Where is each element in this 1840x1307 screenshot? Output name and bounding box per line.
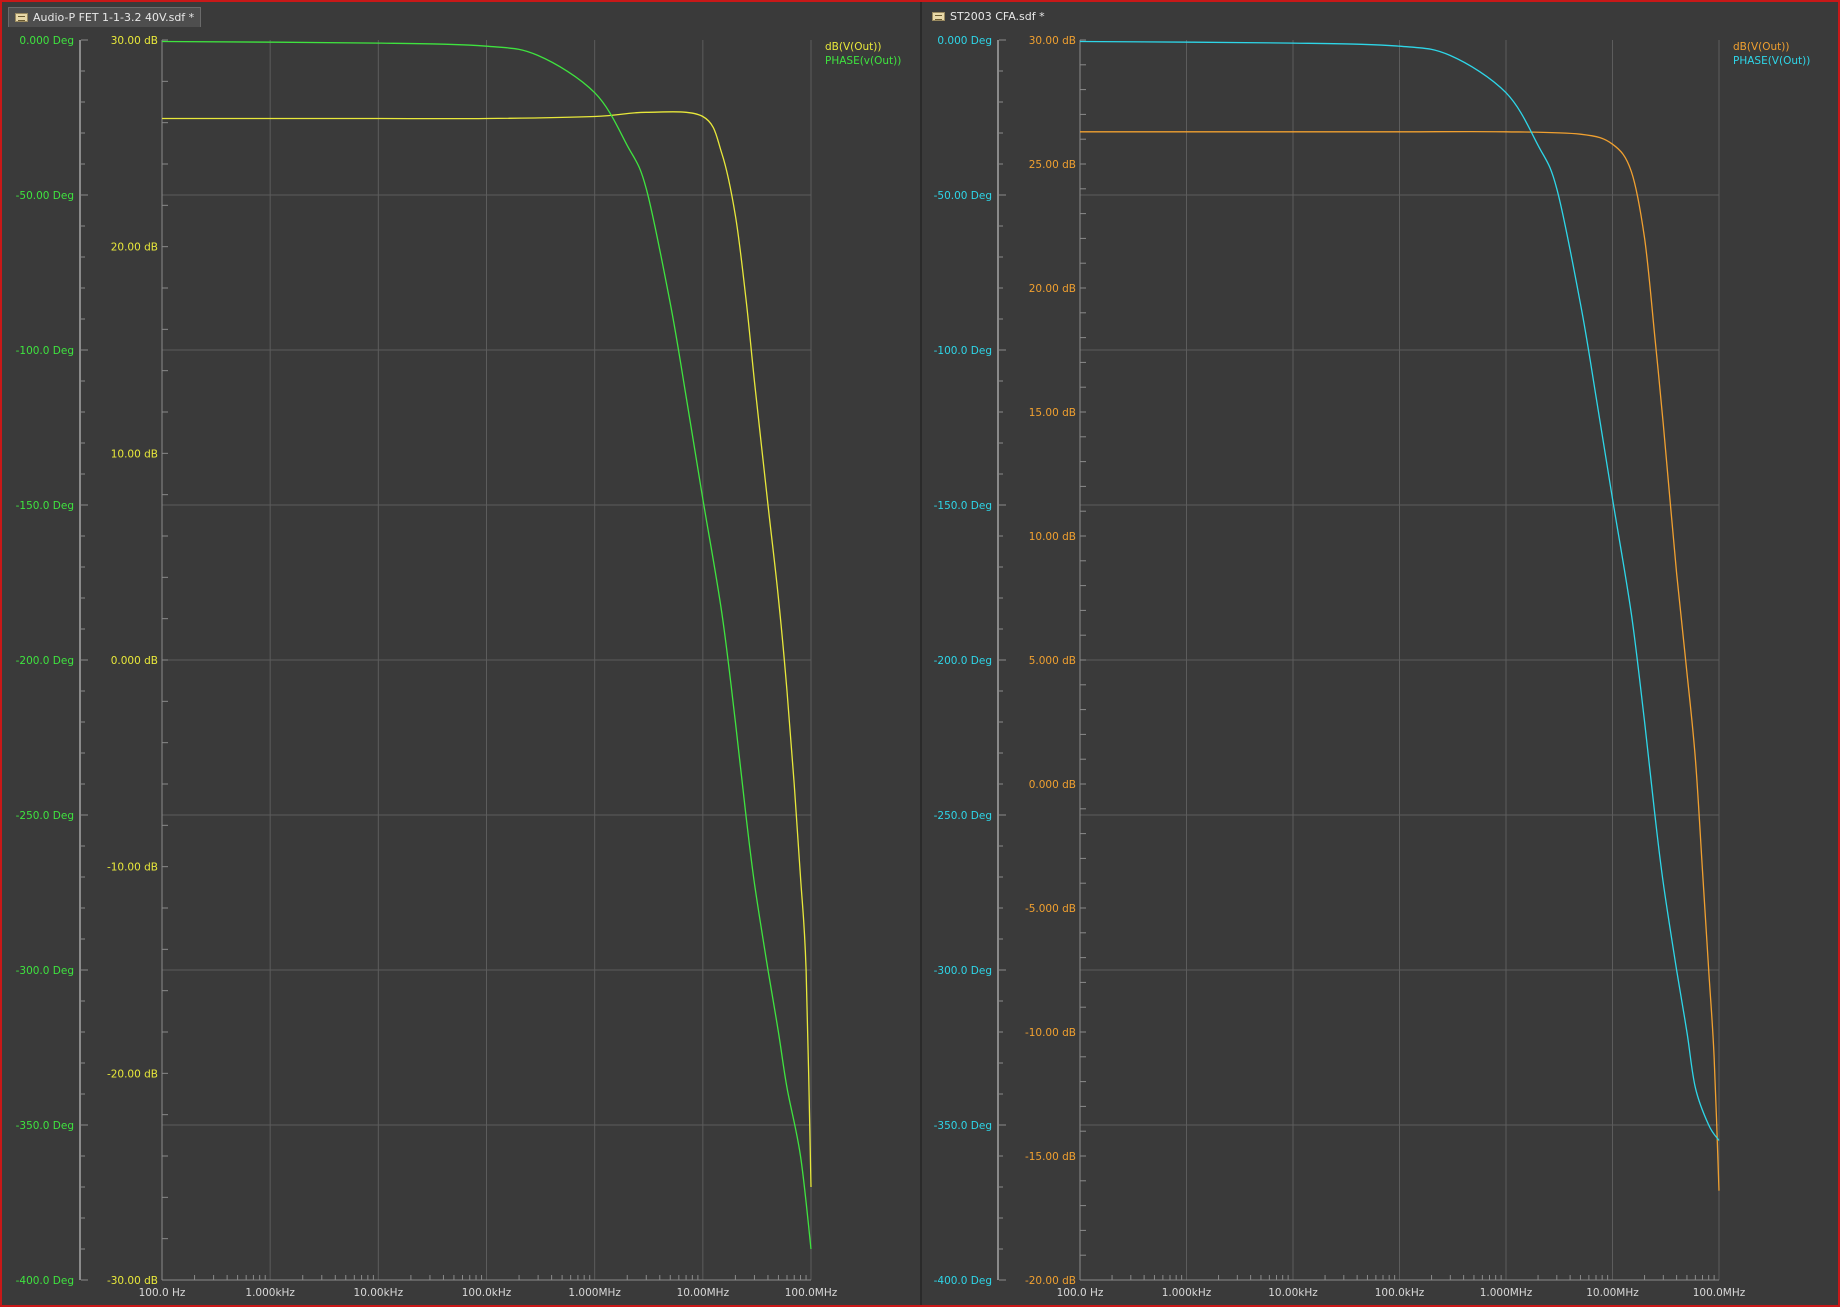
grid-lines — [162, 40, 812, 1280]
chart-panel-right: ST2003 CFA.sdf * 0.000 Deg -50.00 Deg -100… — [920, 2, 1838, 1305]
x-tick-label: 100.0MHz — [1693, 1287, 1746, 1299]
phase-tick-label: -200.0 Deg — [16, 655, 74, 667]
db-tick-label: -15.00 dB — [1025, 1151, 1076, 1163]
legend-entry: dB(V(Out)) — [825, 41, 881, 53]
phase-tick-label: -200.0 Deg — [934, 655, 992, 667]
db-tick-label: 0.000 dB — [111, 655, 158, 667]
db-tick-label: 25.00 dB — [1029, 159, 1076, 171]
db-tick-label: 5.000 dB — [1029, 655, 1076, 667]
x-tick-label: 10.00kHz — [1268, 1287, 1318, 1299]
db-tick-label: 20.00 dB — [1029, 283, 1076, 295]
phase-tick-label: -350.0 Deg — [16, 1120, 74, 1132]
x-tick-label: 100.0MHz — [785, 1287, 838, 1299]
phase-tick-label: -400.0 Deg — [16, 1275, 74, 1287]
x-tick-label: 100.0 Hz — [1057, 1287, 1104, 1299]
db-tick-label: 30.00 dB — [111, 35, 158, 47]
phase-tick-label: -300.0 Deg — [934, 965, 992, 977]
db-tick-label: 0.000 dB — [1029, 779, 1076, 791]
app-frame: Audio-P FET 1-1-3.2 40V.sdf * 0.000 Deg -… — [0, 0, 1840, 1307]
legend-entry: PHASE(v(Out)) — [825, 55, 901, 67]
db-tick-label: -20.00 dB — [107, 1068, 158, 1080]
x-tick-label: 1.000MHz — [568, 1287, 621, 1299]
phase-tick-label: 0.000 Deg — [937, 35, 992, 47]
db-tick-label: 20.00 dB — [111, 242, 158, 254]
db-tick-label: 30.00 dB — [1029, 35, 1076, 47]
legend-entry: dB(V(Out)) — [1733, 41, 1789, 53]
bode-plot-left: 0.000 Deg -50.00 Deg -100.0 Deg -150.0 Deg -… — [16, 35, 902, 1299]
db-tick-label: 10.00 dB — [111, 448, 158, 460]
bode-plot-right: 0.000 Deg -50.00 Deg -100.0 Deg -150.0 Deg -… — [934, 35, 1811, 1299]
chart-panel-left: Audio-P FET 1-1-3.2 40V.sdf * 0.000 Deg -… — [2, 2, 920, 1305]
phase-tick-label: -300.0 Deg — [16, 965, 74, 977]
db-tick-label: -10.00 dB — [107, 862, 158, 874]
phase-tick-label: -100.0 Deg — [934, 345, 992, 357]
legend-entry: PHASE(V(Out)) — [1733, 55, 1810, 67]
phase-tick-label: -250.0 Deg — [16, 810, 74, 822]
phase-tick-label: -400.0 Deg — [934, 1275, 992, 1287]
x-tick-label: 10.00kHz — [354, 1287, 404, 1299]
phase-tick-label: -250.0 Deg — [934, 810, 992, 822]
x-tick-label: 100.0 Hz — [139, 1287, 186, 1299]
x-tick-label: 100.0kHz — [462, 1287, 512, 1299]
db-tick-label: -10.00 dB — [1025, 1027, 1076, 1039]
phase-tick-label: 0.000 Deg — [19, 35, 74, 47]
grid-lines — [1080, 40, 1720, 1280]
phase-tick-label: -150.0 Deg — [16, 500, 74, 512]
db-tick-label: -5.000 dB — [1025, 903, 1076, 915]
x-tick-label: 1.000MHz — [1480, 1287, 1533, 1299]
phase-tick-label: -50.00 Deg — [16, 190, 74, 202]
x-tick-label: 10.00MHz — [677, 1287, 730, 1299]
db-tick-label: -30.00 dB — [107, 1275, 158, 1287]
x-tick-label: 1.000kHz — [245, 1287, 295, 1299]
phase-tick-label: -350.0 Deg — [934, 1120, 992, 1132]
phase-tick-label: -100.0 Deg — [16, 345, 74, 357]
phase-tick-label: -150.0 Deg — [934, 500, 992, 512]
phase-tick-label: -50.00 Deg — [934, 190, 992, 202]
db-tick-label: -20.00 dB — [1025, 1275, 1076, 1287]
db-tick-label: 10.00 dB — [1029, 531, 1076, 543]
db-tick-label: 15.00 dB — [1029, 407, 1076, 419]
x-tick-label: 10.00MHz — [1586, 1287, 1639, 1299]
x-tick-label: 100.0kHz — [1375, 1287, 1425, 1299]
x-tick-label: 1.000kHz — [1162, 1287, 1212, 1299]
